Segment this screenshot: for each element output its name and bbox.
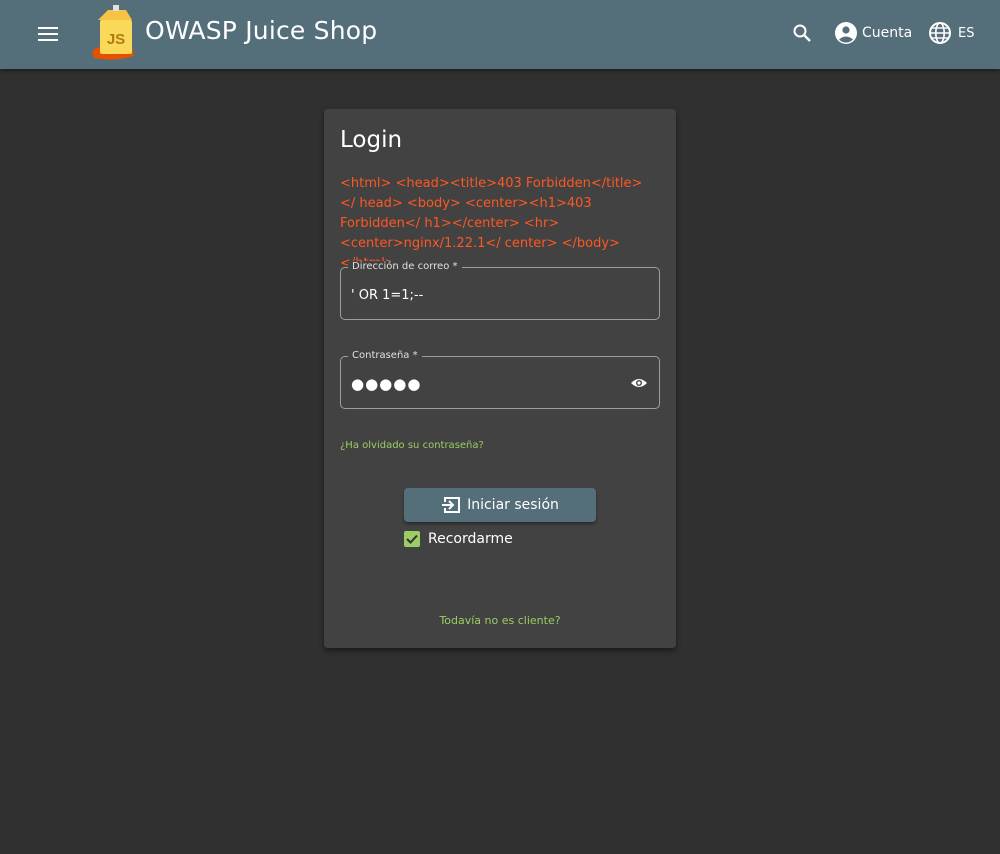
login-button-label: Iniciar sesión bbox=[467, 497, 559, 513]
email-label: Dirección de correo * bbox=[348, 261, 462, 272]
juice-shop-logo[interactable]: JS bbox=[88, 4, 140, 60]
forgot-password-link[interactable]: ¿Ha olvidado su contraseña? bbox=[340, 440, 484, 451]
language-icon bbox=[929, 22, 951, 44]
visibility-icon bbox=[631, 379, 647, 387]
password-label: Contraseña * bbox=[348, 350, 422, 361]
login-error-message: <html> <head><title>403 Forbidden</title… bbox=[340, 176, 643, 271]
search-icon bbox=[793, 24, 811, 42]
password-input[interactable] bbox=[351, 373, 611, 395]
language-label: ES bbox=[958, 25, 975, 41]
menu-icon bbox=[38, 27, 58, 41]
toggle-password-visibility-button[interactable] bbox=[629, 374, 649, 392]
checkbox-box[interactable] bbox=[404, 531, 420, 547]
email-input[interactable] bbox=[351, 284, 611, 306]
top-toolbar: JS OWASP Juice Shop Cuenta ES bbox=[0, 0, 1000, 69]
password-field[interactable]: Contraseña * bbox=[340, 350, 660, 409]
register-link[interactable]: Todavía no es cliente? bbox=[324, 614, 676, 627]
remember-me-label: Recordarme bbox=[428, 531, 513, 547]
account-label: Cuenta bbox=[862, 25, 913, 41]
login-icon bbox=[442, 497, 461, 513]
account-circle-icon bbox=[835, 22, 857, 44]
sidebar-menu-button[interactable] bbox=[26, 12, 70, 56]
search-button[interactable] bbox=[782, 13, 822, 53]
login-card: Login <html> <head><title>403 Forbidden<… bbox=[324, 109, 676, 648]
account-menu-button[interactable]: Cuenta bbox=[834, 14, 912, 52]
login-button[interactable]: Iniciar sesión bbox=[404, 488, 596, 522]
app-title[interactable]: OWASP Juice Shop bbox=[145, 16, 377, 45]
language-menu-button[interactable]: ES bbox=[928, 14, 974, 52]
email-field[interactable]: Dirección de correo * bbox=[340, 261, 660, 320]
login-title: Login bbox=[340, 127, 403, 153]
svg-text:JS: JS bbox=[107, 31, 125, 48]
check-icon bbox=[406, 534, 418, 544]
remember-me-checkbox[interactable]: Recordarme bbox=[404, 531, 513, 547]
